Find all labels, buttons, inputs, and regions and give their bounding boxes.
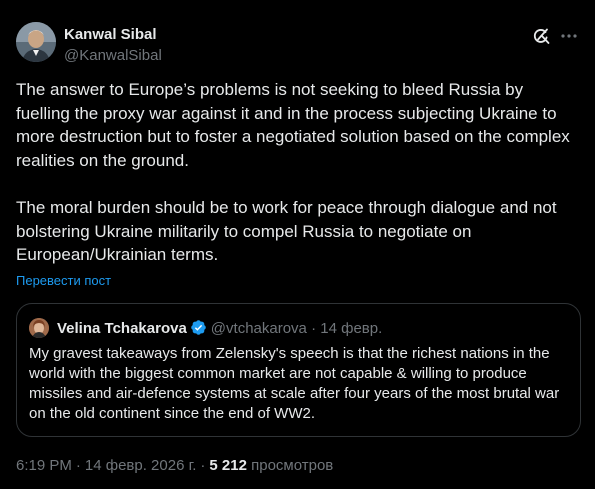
quoted-tweet[interactable]: Velina Tchakarova @vtchakarova · 14 февр.… — [16, 303, 581, 437]
quoted-date[interactable]: 14 февр. — [320, 320, 382, 337]
quoted-tweet-text: My gravest takeaways from Zelensky's spe… — [29, 345, 560, 422]
grok-icon[interactable] — [531, 26, 551, 46]
tweet-text: The answer to Europe’s problems is not s… — [16, 80, 570, 265]
quoted-author-handle[interactable]: @vtchakarova — [211, 320, 307, 337]
views-count: 5 212 — [209, 457, 247, 474]
views-label: просмотров — [251, 457, 334, 474]
author-handle[interactable]: @KanwalSibal — [64, 46, 162, 65]
verified-badge-icon — [190, 319, 207, 336]
quoted-author-display-name[interactable]: Velina Tchakarova — [57, 320, 187, 337]
tweet-header: Kanwal Sibal @KanwalSibal — [16, 22, 579, 66]
quoted-tweet-header: Velina Tchakarova @vtchakarova · 14 февр. — [57, 319, 382, 338]
post-time[interactable]: 6:19 PM — [16, 457, 72, 474]
tweet-footer: 6:19 PM · 14 февр. 2026 г. · 5 212 просмотро… — [16, 456, 333, 475]
quoted-author-avatar[interactable] — [29, 318, 49, 338]
author-avatar[interactable] — [16, 22, 56, 62]
author-names: Kanwal Sibal @KanwalSibal — [64, 25, 162, 65]
author-display-name[interactable]: Kanwal Sibal — [64, 25, 162, 44]
post-date[interactable]: 14 февр. 2026 г. — [85, 457, 197, 474]
footer-separator-2: · — [200, 457, 206, 474]
footer-separator-1: · — [75, 457, 81, 474]
translate-post-link[interactable]: Перевести пост — [16, 273, 111, 289]
quoted-separator: · — [311, 320, 317, 337]
more-icon[interactable] — [559, 26, 579, 46]
